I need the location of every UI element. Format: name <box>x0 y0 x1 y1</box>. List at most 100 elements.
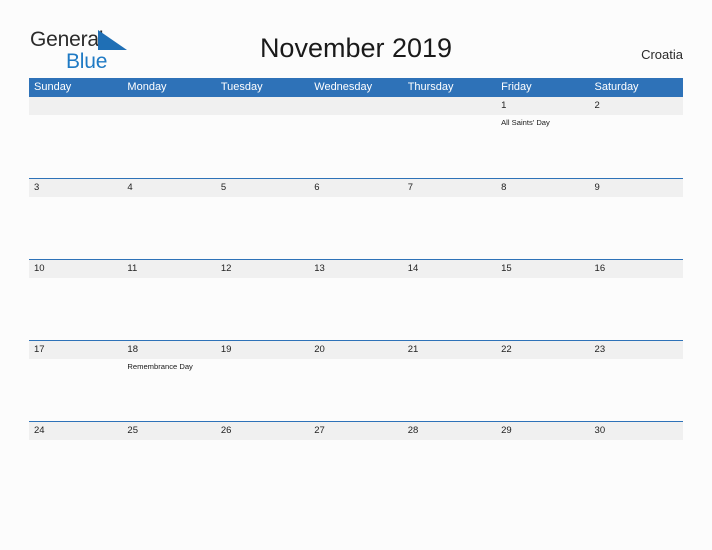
weekday-header-row: Sunday Monday Tuesday Wednesday Thursday… <box>29 78 683 97</box>
holiday-event-label: All Saints' Day <box>501 118 550 127</box>
day-number[interactable]: 18 <box>122 341 215 359</box>
day-cell[interactable] <box>590 359 683 420</box>
day-number[interactable]: 13 <box>309 260 402 278</box>
week-date-band: 3456789 <box>29 179 683 197</box>
day-number[interactable]: 19 <box>216 341 309 359</box>
day-cell[interactable] <box>122 197 215 258</box>
day-number[interactable]: 26 <box>216 422 309 440</box>
day-number[interactable]: 4 <box>122 179 215 197</box>
day-cell[interactable]: All Saints' Day <box>496 115 589 176</box>
week-event-body: All Saints' Day <box>29 115 683 176</box>
day-cell[interactable] <box>496 440 589 501</box>
holiday-event-label: Remembrance Day <box>127 362 193 371</box>
day-cell[interactable] <box>309 440 402 501</box>
day-number[interactable]: 16 <box>590 260 683 278</box>
day-number[interactable]: 24 <box>29 422 122 440</box>
weekday-wednesday: Wednesday <box>314 81 373 93</box>
day-number[interactable]: 2 <box>590 97 683 115</box>
week-date-band: 24 25 26 27 28 29 30 <box>29 422 683 440</box>
day-number-empty <box>122 97 215 115</box>
page-header: General Blue November 2019 Croatia <box>0 0 712 78</box>
day-number[interactable]: 12 <box>216 260 309 278</box>
calendar-week-row: 1 2 All Saints' Day <box>29 97 683 178</box>
day-cell[interactable] <box>216 278 309 339</box>
day-number-empty <box>403 97 496 115</box>
day-cell[interactable] <box>29 359 122 420</box>
calendar-grid: Sunday Monday Tuesday Wednesday Thursday… <box>29 78 683 502</box>
weekday-saturday: Saturday <box>594 81 639 93</box>
week-date-band: 17 18 19 20 21 22 23 <box>29 341 683 359</box>
region-label: Croatia <box>641 47 683 62</box>
calendar-week-row: 24 25 26 27 28 29 30 <box>29 421 683 502</box>
week-event-body <box>29 440 683 501</box>
day-cell[interactable] <box>122 440 215 501</box>
day-cell[interactable] <box>122 278 215 339</box>
calendar-weeks: 1 2 All Saints' Day 3 4 5 6 7 8 9 10 11 12 13 14 15 16 17… <box>29 97 683 502</box>
day-cell[interactable] <box>403 278 496 339</box>
weekday-monday: Monday <box>127 81 167 93</box>
day-cell <box>29 115 122 176</box>
day-number[interactable]: 10 <box>29 260 122 278</box>
week-date-band: 12 <box>29 97 683 115</box>
weekday-sunday: Sunday <box>34 81 72 93</box>
day-cell[interactable] <box>216 359 309 420</box>
day-cell[interactable] <box>29 197 122 258</box>
page-title: November 2019 <box>259 33 453 63</box>
calendar-week-row: 3456789 <box>29 178 683 259</box>
day-number[interactable]: 9 <box>590 179 683 197</box>
day-cell[interactable] <box>309 197 402 258</box>
day-cell[interactable] <box>29 440 122 501</box>
day-cell[interactable] <box>590 197 683 258</box>
day-number[interactable]: 1 <box>496 97 589 115</box>
calendar-page: General Blue November 2019 Croatia Sunda… <box>0 0 712 550</box>
day-number[interactable]: 28 <box>403 422 496 440</box>
day-cell[interactable] <box>403 197 496 258</box>
day-cell[interactable] <box>29 278 122 339</box>
day-cell[interactable] <box>496 278 589 339</box>
day-cell[interactable] <box>216 440 309 501</box>
weekday-tuesday: Tuesday <box>220 81 263 93</box>
day-cell[interactable] <box>496 359 589 420</box>
week-event-body: Remembrance Day <box>29 359 683 420</box>
day-cell <box>403 115 496 176</box>
day-number[interactable]: 30 <box>590 422 683 440</box>
day-number[interactable]: 23 <box>590 341 683 359</box>
day-number[interactable]: 20 <box>309 341 402 359</box>
week-date-band: 10 11 12 13 14 15 16 <box>29 260 683 278</box>
day-number[interactable]: 8 <box>496 179 589 197</box>
day-cell[interactable] <box>403 440 496 501</box>
day-number[interactable]: 21 <box>403 341 496 359</box>
day-number-empty <box>29 97 122 115</box>
weekday-thursday: Thursday <box>407 81 454 93</box>
day-cell <box>122 115 215 176</box>
day-cell[interactable]: Remembrance Day <box>122 359 215 420</box>
day-number[interactable]: 6 <box>309 179 402 197</box>
calendar-week-row: 17 18 19 20 21 22 23 Remembrance Day <box>29 340 683 421</box>
day-number[interactable]: 22 <box>496 341 589 359</box>
day-cell[interactable] <box>309 278 402 339</box>
day-number-empty <box>309 97 402 115</box>
day-number[interactable]: 15 <box>496 260 589 278</box>
day-number[interactable]: 7 <box>403 179 496 197</box>
day-cell <box>216 115 309 176</box>
day-number[interactable]: 29 <box>496 422 589 440</box>
day-cell[interactable] <box>216 197 309 258</box>
day-number[interactable]: 25 <box>122 422 215 440</box>
weekday-friday: Friday <box>501 81 532 93</box>
day-number[interactable]: 17 <box>29 341 122 359</box>
day-cell[interactable] <box>590 440 683 501</box>
day-cell[interactable] <box>496 197 589 258</box>
day-number[interactable]: 5 <box>216 179 309 197</box>
calendar-week-row: 10 11 12 13 14 15 16 <box>29 259 683 340</box>
day-cell[interactable] <box>403 359 496 420</box>
day-cell[interactable] <box>309 359 402 420</box>
day-number[interactable]: 3 <box>29 179 122 197</box>
week-event-body <box>29 278 683 339</box>
day-cell <box>309 115 402 176</box>
day-cell[interactable] <box>590 115 683 176</box>
day-number[interactable]: 27 <box>309 422 402 440</box>
week-event-body <box>29 197 683 258</box>
day-cell[interactable] <box>590 278 683 339</box>
day-number[interactable]: 11 <box>122 260 215 278</box>
day-number[interactable]: 14 <box>403 260 496 278</box>
